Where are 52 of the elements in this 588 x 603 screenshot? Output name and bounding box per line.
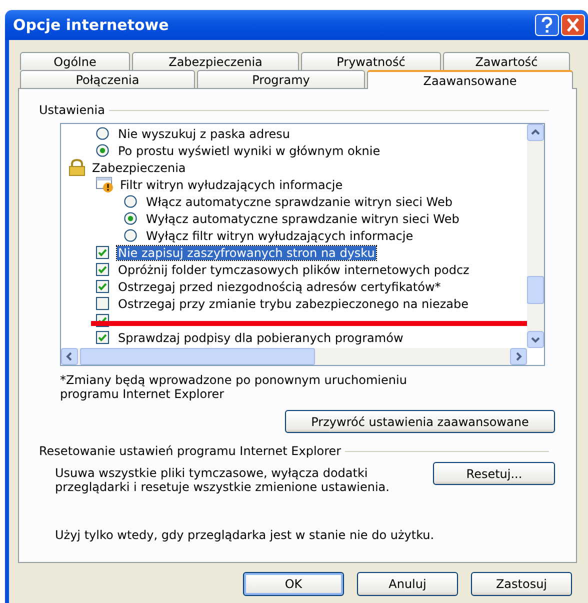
group-label: Zabezpieczenia [91,160,187,174]
reset-description: Usuwa wszystkie pliki tymczasowe, wyłącza dodatki przeglądarki i resetuje wszystkie zmienione ustawienia. [55,466,390,494]
tab[interactable]: Prywatność [301,52,441,70]
group-title: Ustawienia [39,103,105,117]
checkbox[interactable] [96,297,109,310]
vertical-scrollbar[interactable] [527,124,544,348]
checkbox[interactable] [96,246,109,259]
scrollbar-thumb[interactable] [80,348,315,365]
checkbox[interactable] [96,263,109,276]
option-label[interactable]: Wyłącz automatyczne sprawdzanie witryn sieci Web [145,212,460,226]
dialog-button[interactable]: OK [243,572,344,596]
radio-button[interactable] [96,127,109,140]
help-icon[interactable] [535,14,559,36]
option-label[interactable]: Nie zapisuj zaszyfrowanych stron na dysku [117,246,376,260]
dialog-button[interactable]: Anuluj [357,572,458,596]
tab[interactable]: Połączenia [20,70,195,88]
reset-button[interactable]: Resetuj... [433,462,555,485]
tab[interactable]: Zabezpieczenia [132,52,299,70]
radio-button[interactable] [124,212,137,225]
scroll-up-icon[interactable] [527,124,544,141]
window-title: Opcje internetowe [13,16,169,34]
tab[interactable]: Zaawansowane [367,70,573,89]
option-label[interactable]: Ostrzegaj przy zmianie trybu zabezpieczonego na niezabe [117,296,470,310]
horizontal-scrollbar[interactable] [61,348,527,365]
radio-button[interactable] [124,195,137,208]
warning-page-icon [96,176,114,193]
tab[interactable]: Ogólne [20,52,130,70]
option-label[interactable]: Wyłącz filtr witryn wyłudzających informacje [145,228,414,242]
option-label[interactable]: Nie wyszukuj z paska adresu [117,126,292,140]
option-label[interactable]: Po prostu wyświetl wyniki w głównym oknie [117,144,382,158]
scroll-down-icon[interactable] [527,331,544,348]
padlock-icon [68,159,86,176]
tab[interactable]: Programy [197,70,365,88]
checkbox[interactable] [96,331,109,344]
option-label[interactable]: Sprawdzaj podpisy dla pobieranych programów [117,330,404,344]
tab[interactable]: Zawartość [443,52,570,70]
group-title: Resetowanie ustawień programu Internet Explorer [39,444,342,458]
scroll-right-icon[interactable] [510,348,527,365]
restore-defaults-button[interactable]: Przywróć ustawienia zaawansowane [285,410,555,433]
scroll-left-icon[interactable] [61,348,78,365]
option-label[interactable]: Ostrzegaj przed niezgodnością adresów certyfikatów* [117,280,442,294]
option-label[interactable]: Włącz automatyczne sprawdzanie witryn sieci Web [145,194,454,208]
radio-button[interactable] [96,144,109,157]
restart-note: *Zmiany będą wprowadzone po ponownym uruchomieniu programu Internet Explorer [60,373,408,401]
radio-button[interactable] [124,229,137,242]
reset-hint: Użyj tylko wtedy, gdy przeglądarka jest w stanie nie do użytku. [55,528,436,542]
group-label: Filtr witryn wyłudzających informacje [119,178,344,192]
scrollbar-thumb[interactable] [527,276,544,304]
option-label[interactable]: Opróżnij folder tymczasowych plików internetowych podcz [117,262,470,276]
checkbox[interactable] [96,280,109,293]
dialog-button[interactable]: Zastosuj [471,572,572,596]
close-icon[interactable] [561,14,585,36]
